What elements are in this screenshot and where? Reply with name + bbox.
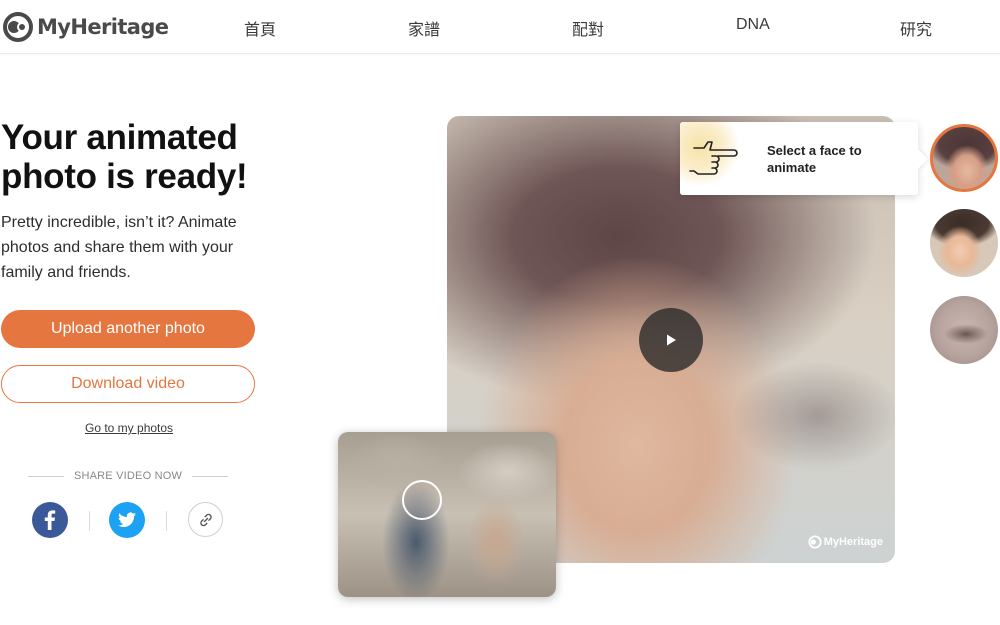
select-face-tooltip: Select a face to animate <box>680 122 928 195</box>
pointing-hand-icon <box>689 141 738 175</box>
watermark-text: MyHeritage <box>823 536 883 548</box>
share-divider: SHARE VIDEO NOW <box>28 469 228 483</box>
share-separator <box>166 511 167 531</box>
top-header: MyHeritage 首頁 家譜 配對 DNA 研究 <box>0 0 1000 54</box>
twitter-icon <box>118 512 136 527</box>
myheritage-logo[interactable]: MyHeritage <box>2 11 169 43</box>
tooltip-text: Select a face to animate <box>767 143 862 175</box>
tooltip-illustration <box>680 122 740 195</box>
share-twitter-button[interactable] <box>109 502 145 538</box>
share-label: SHARE VIDEO NOW <box>73 470 183 482</box>
share-separator <box>89 511 90 531</box>
logo-text: MyHeritage <box>37 15 169 39</box>
myheritage-logo-icon <box>3 12 33 42</box>
face-thumbnail-selected[interactable] <box>930 124 998 192</box>
play-icon <box>667 334 676 346</box>
page-description: Pretty incredible, isn’t it? Animate pho… <box>1 214 237 281</box>
nav-item-home[interactable]: 首頁 <box>244 16 276 40</box>
download-video-button[interactable]: Download video <box>1 365 255 403</box>
original-photo-thumbnail <box>338 432 556 597</box>
copy-link-button[interactable] <box>188 502 223 537</box>
divider-line <box>192 475 228 477</box>
nav-item-matches[interactable]: 配對 <box>572 16 604 40</box>
share-facebook-button[interactable] <box>32 502 68 538</box>
nav-item-dna[interactable]: DNA <box>736 16 770 34</box>
tooltip-arrow <box>908 149 928 169</box>
photo-watermark: MyHeritage <box>808 535 883 549</box>
facebook-icon <box>44 510 56 530</box>
page-title: Your animated photo is ready! <box>1 118 248 196</box>
divider-line <box>28 475 64 477</box>
face-thumbnail[interactable] <box>930 209 998 277</box>
go-to-my-photos-link[interactable]: Go to my photos <box>85 421 173 435</box>
myheritage-logo-icon <box>808 535 822 549</box>
upload-another-photo-button[interactable]: Upload another photo <box>1 310 255 348</box>
detected-face-ring <box>402 480 442 520</box>
play-button[interactable] <box>639 308 703 372</box>
nav-item-family-tree[interactable]: 家譜 <box>408 16 440 40</box>
nav-item-research[interactable]: 研究 <box>900 16 932 40</box>
link-icon <box>199 513 212 526</box>
face-thumbnail[interactable] <box>930 296 998 364</box>
